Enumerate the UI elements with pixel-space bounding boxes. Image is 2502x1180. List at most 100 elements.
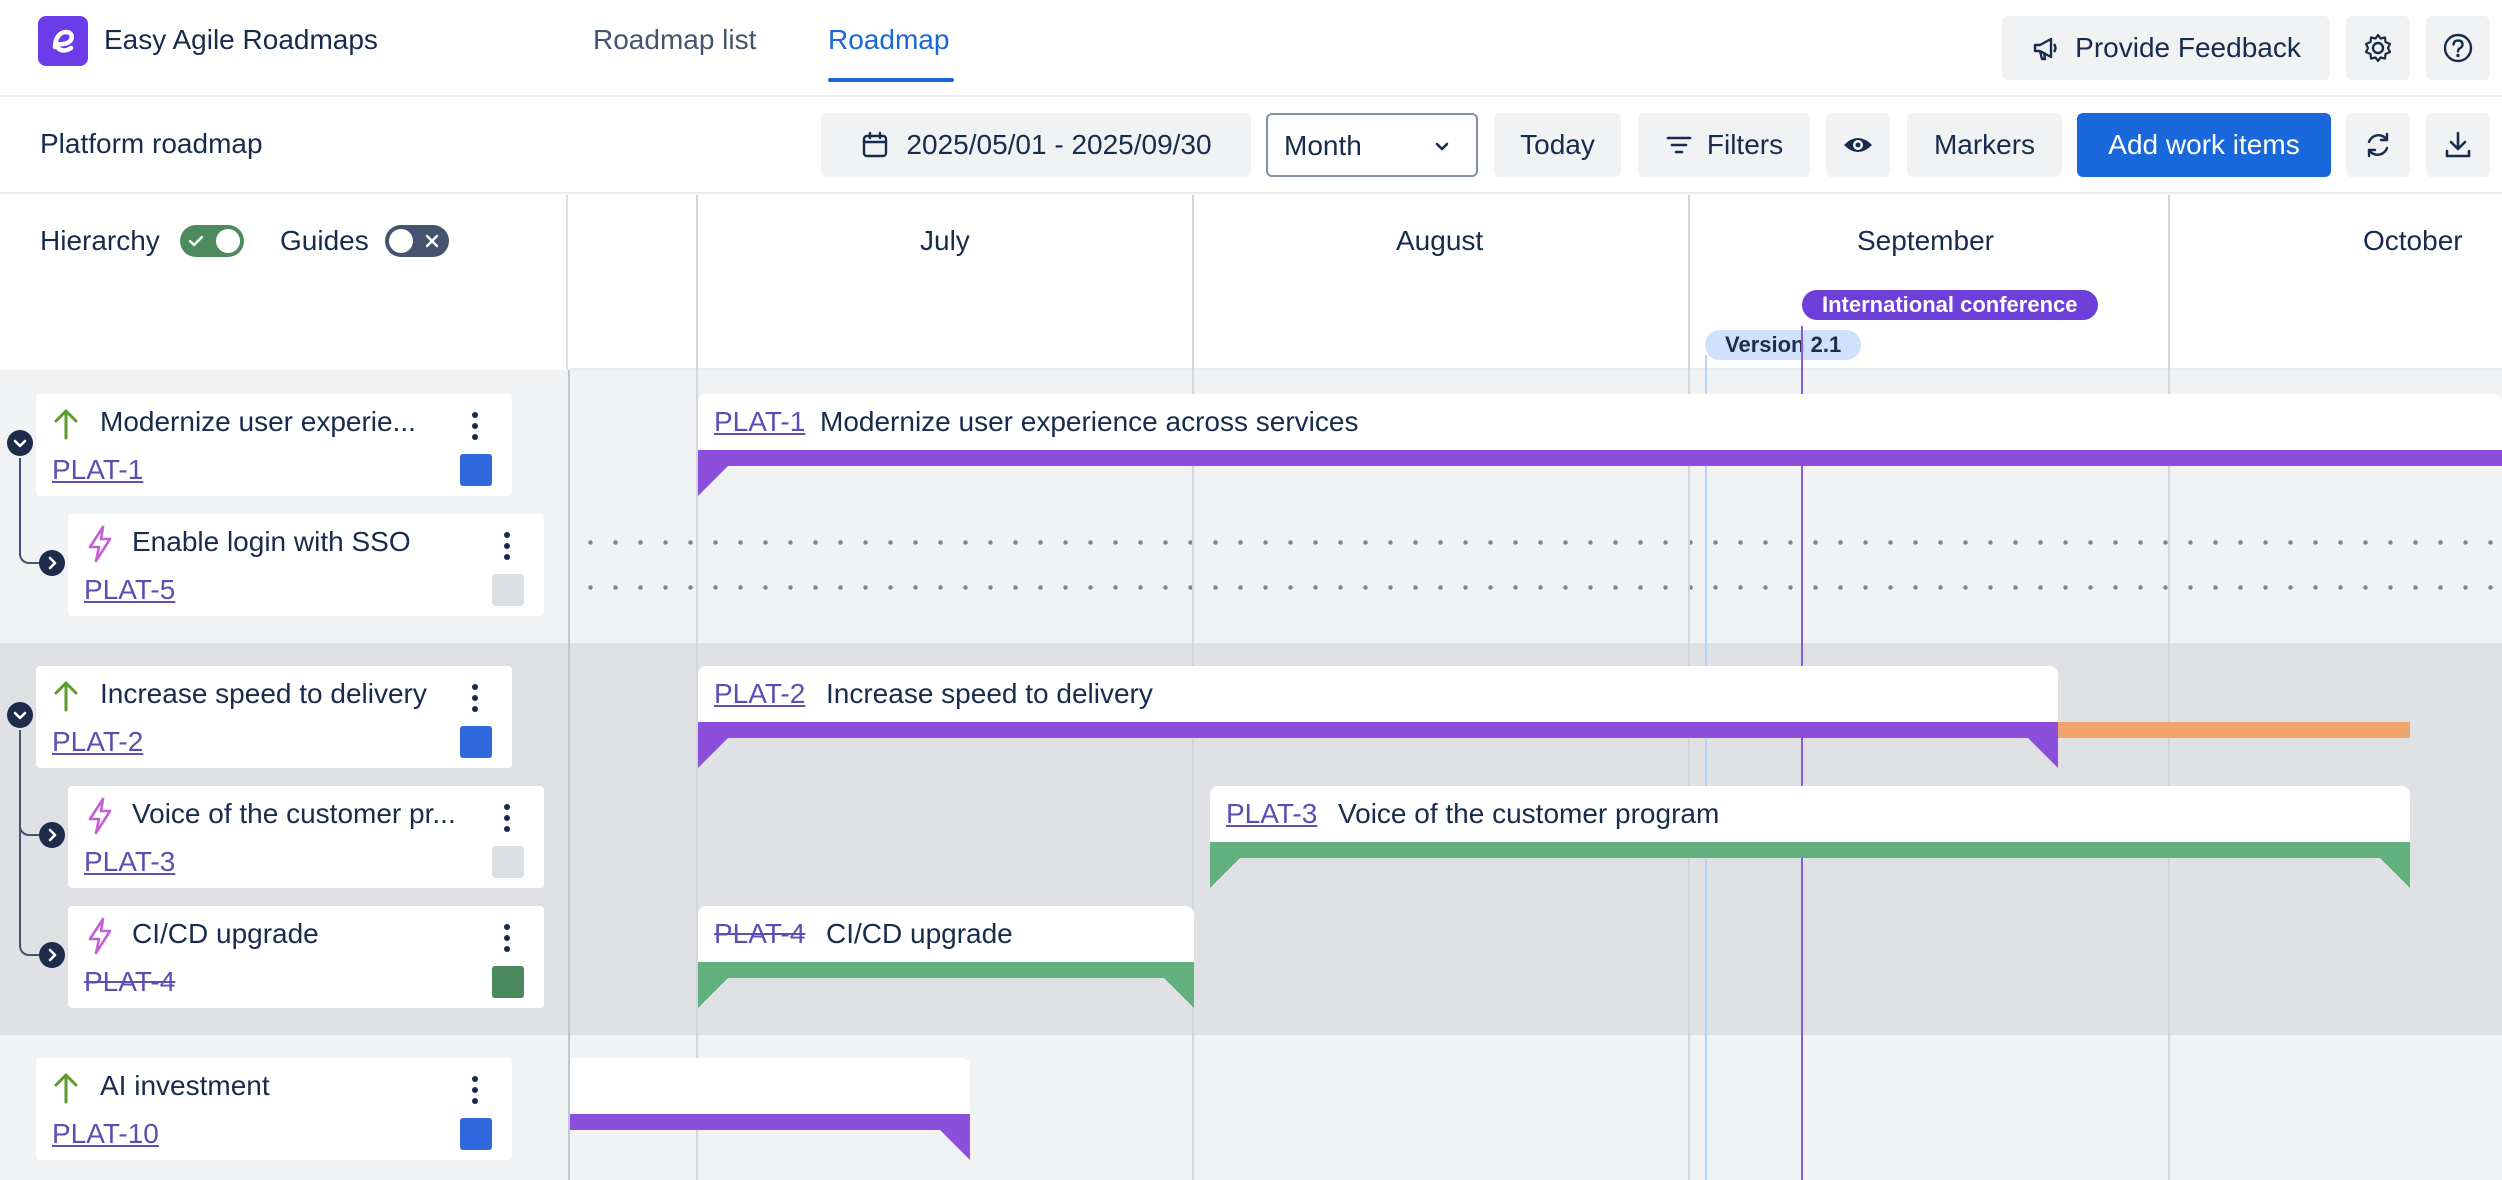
view-select[interactable]: Month bbox=[1266, 113, 1478, 177]
more-menu-icon[interactable] bbox=[503, 924, 511, 957]
bar-issue-key[interactable]: PLAT-1 bbox=[714, 406, 805, 438]
app-logo-icon[interactable] bbox=[38, 16, 88, 66]
color-swatch[interactable] bbox=[460, 726, 492, 758]
color-swatch[interactable] bbox=[492, 846, 524, 878]
color-swatch[interactable] bbox=[460, 1118, 492, 1150]
bar-issue-key[interactable]: PLAT-4 bbox=[714, 918, 805, 950]
chevron-down-icon bbox=[13, 711, 27, 720]
start-handle[interactable] bbox=[1210, 858, 1240, 888]
timeline-bar-plat-1[interactable]: PLAT-1 Modernize user experience across … bbox=[698, 394, 2502, 450]
issue-key-link[interactable]: PLAT-2 bbox=[52, 726, 143, 758]
bar-issue-key[interactable]: PLAT-3 bbox=[1226, 798, 1317, 830]
end-handle[interactable] bbox=[2380, 858, 2410, 888]
issue-key-link[interactable]: PLAT-10 bbox=[52, 1118, 159, 1150]
progress-stripe bbox=[698, 722, 2058, 738]
lightning-icon bbox=[88, 525, 112, 563]
progress-stripe bbox=[1210, 842, 2410, 858]
progress-stripe bbox=[698, 962, 1194, 978]
bar-issue-key[interactable]: PLAT-2 bbox=[714, 678, 805, 710]
help-button[interactable] bbox=[2426, 16, 2490, 80]
sidebar-item-title: CI/CD upgrade bbox=[132, 918, 319, 949]
start-handle[interactable] bbox=[698, 466, 728, 496]
start-handle[interactable] bbox=[698, 738, 728, 768]
sidebar-item-plat-1[interactable]: Modernize user experie... PLAT-1 bbox=[36, 394, 512, 496]
bar-title: CI/CD upgrade bbox=[826, 918, 1013, 949]
toggle-knob bbox=[216, 229, 240, 253]
issue-key-link[interactable]: PLAT-4 bbox=[84, 966, 175, 998]
hierarchy-toggle[interactable] bbox=[180, 225, 244, 257]
bar-title: Voice of the customer program bbox=[1338, 798, 1720, 829]
issue-key-link[interactable]: PLAT-5 bbox=[84, 574, 175, 606]
export-button[interactable] bbox=[2426, 113, 2490, 177]
month-label-september: September bbox=[1857, 225, 1994, 256]
more-menu-icon[interactable] bbox=[471, 1076, 479, 1109]
timeline-bar-plat-10[interactable] bbox=[570, 1058, 970, 1114]
filter-icon bbox=[1665, 131, 1693, 159]
timeline-bar-plat-4[interactable]: PLAT-4 CI/CD upgrade bbox=[698, 906, 1194, 962]
more-menu-icon[interactable] bbox=[471, 684, 479, 717]
month-label-october: October bbox=[2363, 225, 2463, 256]
lightning-icon bbox=[88, 917, 112, 955]
sidebar-item-plat-3[interactable]: Voice of the customer pr... PLAT-3 bbox=[68, 786, 544, 888]
collapse-plat-2-button[interactable] bbox=[7, 702, 33, 728]
today-button[interactable]: Today bbox=[1494, 113, 1621, 177]
sidebar-item-plat-4[interactable]: CI/CD upgrade PLAT-4 bbox=[68, 906, 544, 1008]
marker-version-2-1[interactable]: Version 2.1 bbox=[1705, 330, 1862, 360]
collapse-plat-1-button[interactable] bbox=[7, 430, 33, 456]
chevron-right-icon bbox=[48, 556, 57, 570]
chevron-down-icon bbox=[13, 439, 27, 448]
filters-label: Filters bbox=[1706, 129, 1784, 160]
timeline-bar-plat-3[interactable]: PLAT-3 Voice of the customer program bbox=[1210, 786, 2410, 842]
check-icon bbox=[188, 235, 204, 247]
lightning-icon bbox=[88, 797, 112, 835]
toggle-knob bbox=[389, 229, 413, 253]
more-menu-icon[interactable] bbox=[471, 412, 479, 445]
settings-button[interactable] bbox=[2346, 16, 2410, 80]
end-handle[interactable] bbox=[2028, 738, 2058, 768]
start-handle[interactable] bbox=[698, 978, 728, 1008]
sync-button[interactable] bbox=[2346, 113, 2410, 177]
date-range-label: 2025/05/01 - 2025/09/30 bbox=[906, 129, 1212, 160]
color-swatch[interactable] bbox=[492, 574, 524, 606]
visibility-button[interactable] bbox=[1826, 113, 1890, 177]
guides-label: Guides bbox=[280, 225, 369, 256]
end-handle[interactable] bbox=[1164, 978, 1194, 1008]
bar-title: Modernize user experience across service… bbox=[820, 406, 1359, 437]
goal-arrow-icon bbox=[54, 1073, 78, 1104]
sidebar-item-plat-10[interactable]: AI investment PLAT-10 bbox=[36, 1058, 512, 1160]
markers-button[interactable]: Markers bbox=[1907, 113, 2062, 177]
color-swatch[interactable] bbox=[492, 966, 524, 998]
color-swatch[interactable] bbox=[460, 454, 492, 486]
progress-stripe bbox=[570, 1114, 970, 1130]
tab-roadmap-list[interactable]: Roadmap list bbox=[593, 24, 756, 56]
issue-key-link[interactable]: PLAT-1 bbox=[52, 454, 143, 486]
placeholder-dot-grid bbox=[578, 520, 2502, 610]
tab-roadmap[interactable]: Roadmap bbox=[828, 24, 949, 56]
chevron-right-icon bbox=[48, 948, 57, 962]
expand-plat-3-button[interactable] bbox=[39, 822, 65, 848]
more-menu-icon[interactable] bbox=[503, 804, 511, 837]
view-select-value: Month bbox=[1284, 130, 1362, 161]
expand-plat-4-button[interactable] bbox=[39, 942, 65, 968]
date-range-button[interactable]: 2025/05/01 - 2025/09/30 bbox=[821, 113, 1251, 177]
gear-icon bbox=[2362, 32, 2394, 64]
marker-international-conference[interactable]: International conference bbox=[1802, 290, 2098, 320]
calendar-icon bbox=[860, 130, 890, 160]
expand-plat-5-button[interactable] bbox=[39, 550, 65, 576]
filters-button[interactable]: Filters bbox=[1638, 113, 1810, 177]
refresh-icon bbox=[2362, 129, 2394, 161]
sidebar-item-plat-5[interactable]: Enable login with SSO PLAT-5 bbox=[68, 514, 544, 616]
end-handle[interactable] bbox=[940, 1130, 970, 1160]
roadmap-toolbar: Platform roadmap 2025/05/01 - 2025/09/30… bbox=[0, 97, 2502, 194]
add-work-items-button[interactable]: Add work items bbox=[2077, 113, 2331, 177]
more-menu-icon[interactable] bbox=[503, 532, 511, 565]
timeline-bar-plat-2[interactable]: PLAT-2 Increase speed to delivery bbox=[698, 666, 2058, 722]
close-icon bbox=[425, 234, 439, 248]
provide-feedback-button[interactable]: Provide Feedback bbox=[2002, 16, 2330, 80]
sidebar-item-title: Increase speed to delivery bbox=[100, 678, 427, 709]
provide-feedback-label: Provide Feedback bbox=[2075, 32, 2301, 63]
guides-toggle[interactable] bbox=[385, 225, 449, 257]
issue-key-link[interactable]: PLAT-3 bbox=[84, 846, 175, 878]
sidebar-item-plat-2[interactable]: Increase speed to delivery PLAT-2 bbox=[36, 666, 512, 768]
hierarchy-label: Hierarchy bbox=[40, 225, 160, 256]
